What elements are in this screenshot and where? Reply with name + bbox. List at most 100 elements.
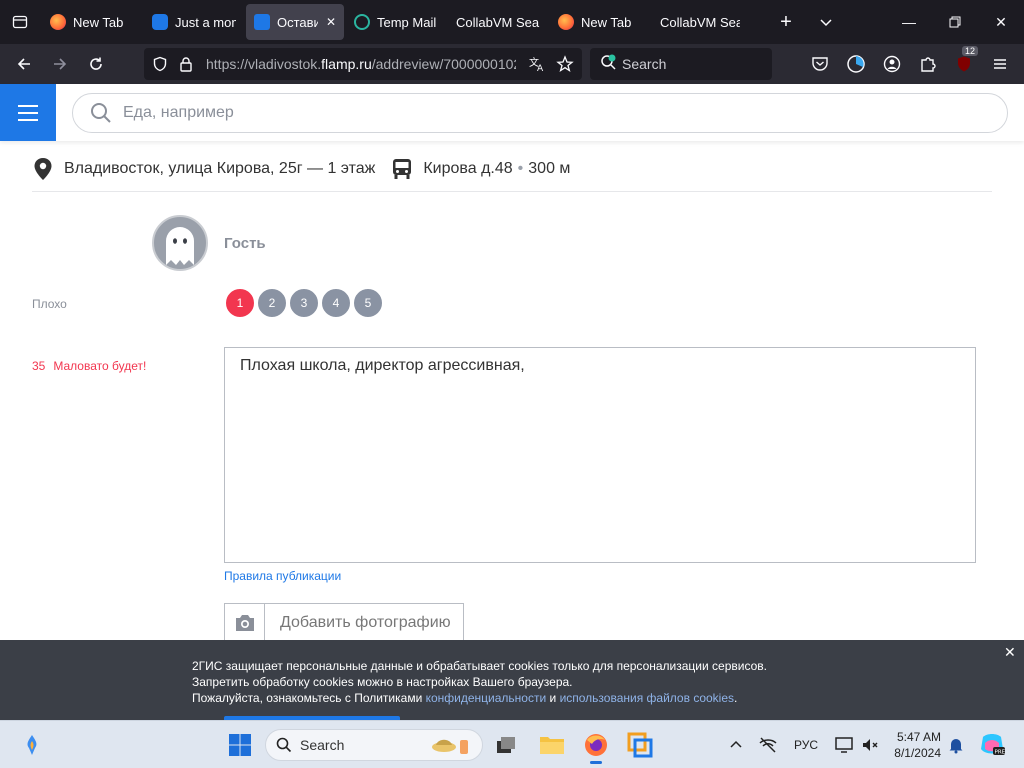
tab-collabvm-1[interactable]: CollabVM Sear: [448, 4, 548, 40]
close-window-button[interactable]: ✕: [978, 0, 1024, 44]
char-count: 35: [32, 359, 46, 373]
close-icon: ✕: [995, 13, 1007, 30]
shield-icon[interactable]: [152, 56, 168, 72]
url-host: https://vladivostok.: [206, 56, 322, 72]
taskbar-search[interactable]: Search: [265, 729, 483, 761]
widgets-icon: [27, 735, 37, 755]
remote-app-button[interactable]: [626, 731, 654, 759]
copilot-icon: PRE: [981, 734, 1006, 756]
volume-tray[interactable]: [856, 731, 884, 759]
rating-option-3[interactable]: 3: [288, 287, 320, 319]
folder-icon: [540, 737, 564, 754]
clock-date: 8/1/2024: [894, 746, 941, 760]
browser-nav-bar: https://vladivostok.flamp.ru/addreview/7…: [0, 44, 1024, 84]
rating-option-4[interactable]: 4: [320, 287, 352, 319]
taskbar-clock[interactable]: 5:47 AM 8/1/2024: [885, 729, 941, 761]
site-search-field[interactable]: [72, 93, 1008, 133]
bus-stop-distance: 300 м: [528, 159, 571, 177]
publication-rules-link[interactable]: Правила публикации: [224, 569, 341, 583]
bookmark-star-icon[interactable]: [556, 55, 574, 73]
ublock-button[interactable]: 12: [948, 46, 980, 80]
privacy-policy-link[interactable]: конфиденциальности: [426, 691, 547, 705]
tab-new-tab-1[interactable]: New Tab: [42, 4, 142, 40]
tab-title: Оставит: [277, 14, 318, 30]
ublock-badge: 12: [962, 46, 979, 56]
start-button[interactable]: [226, 731, 254, 759]
tab-new-tab-2[interactable]: New Tab: [550, 4, 650, 40]
url-bar[interactable]: https://vladivostok.flamp.ru/addreview/7…: [144, 48, 582, 80]
minimize-button[interactable]: —: [886, 0, 932, 44]
cookie-text-line3: Пожалуйста, ознакомьтесь с Политиками ко…: [192, 690, 767, 706]
puzzle-icon: [921, 57, 936, 72]
pocket-button[interactable]: [804, 48, 836, 80]
arrow-left-icon: [17, 58, 30, 70]
widgets-button[interactable]: [18, 731, 46, 759]
vm-icon: [627, 732, 653, 758]
task-view-icon: [497, 737, 515, 753]
close-tab-icon[interactable]: ✕: [326, 15, 336, 29]
cookie-banner: 2ГИС защищает персональные данные и обра…: [0, 640, 1024, 720]
tab-flamp-review[interactable]: Оставит ✕: [246, 4, 344, 40]
site-search-input[interactable]: [123, 104, 923, 122]
reload-icon: [90, 57, 102, 70]
tab-title: CollabVM Sear: [456, 14, 540, 30]
arrow-right-icon: [54, 58, 67, 70]
search-highlight-icon: [430, 735, 472, 755]
tab-list-button[interactable]: [0, 0, 40, 44]
add-photo-button[interactable]: Добавить фотографию: [224, 603, 464, 643]
restore-button[interactable]: [932, 0, 978, 44]
file-explorer-button[interactable]: [538, 731, 566, 759]
show-hidden-icons-button[interactable]: [722, 731, 750, 759]
tab-title: Temp Mail: [377, 14, 437, 30]
ublock-shield-icon: [958, 56, 970, 72]
network-status[interactable]: [754, 731, 782, 759]
no-network-icon: [759, 737, 777, 753]
extensions-button[interactable]: [912, 48, 944, 80]
tab-overflow-button[interactable]: [808, 0, 844, 44]
app-menu-button[interactable]: [984, 48, 1016, 80]
tab-temp-mail[interactable]: Temp Mail: [346, 4, 446, 40]
place-address: Владивосток, улица Кирова, 25г — 1 этаж: [64, 159, 376, 177]
tab-just-a-moment[interactable]: Just a mom: [144, 4, 244, 40]
cookie-policy-link[interactable]: использования файлов cookies: [560, 691, 734, 705]
lock-icon[interactable]: [178, 56, 194, 72]
browser-search-bar[interactable]: Search: [590, 48, 772, 80]
rating-option-1[interactable]: 1: [224, 287, 256, 319]
back-button[interactable]: [6, 48, 42, 80]
search-engine-icon: [601, 54, 616, 70]
tempmail-icon: [354, 14, 370, 30]
tab-collabvm-2[interactable]: CollabVM Sear: [652, 4, 748, 40]
vpn-button[interactable]: [840, 48, 872, 80]
windows-taskbar: Search РУС 5:47 AM 8/1/2024 PRE: [0, 720, 1024, 768]
url-text[interactable]: https://vladivostok.flamp.ru/addreview/7…: [206, 56, 516, 72]
translate-icon[interactable]: 文A: [528, 55, 546, 73]
task-view-button[interactable]: [492, 731, 520, 759]
monitor-tray[interactable]: [830, 731, 858, 759]
site-header: [0, 84, 1024, 141]
cookie-period: .: [734, 691, 738, 705]
cookie-close-button[interactable]: ✕: [1004, 644, 1016, 661]
char-count-warning: 35 Маловато будет!: [32, 359, 146, 373]
bus-icon: [393, 158, 412, 179]
firefox-taskbar-button[interactable]: [582, 731, 610, 764]
copilot-button[interactable]: PRE: [978, 731, 1006, 759]
cookie-and: и: [546, 691, 560, 705]
cookie-text-line2: Запретить обработку cookies можно в наст…: [192, 675, 573, 689]
svg-text:PRE: PRE: [995, 750, 1006, 756]
cookie-policy-prefix: Пожалуйста, ознакомьтесь с Политиками: [192, 691, 426, 705]
hamburger-menu-icon: [994, 59, 1006, 69]
input-language[interactable]: РУС: [794, 738, 818, 752]
notifications-button[interactable]: [942, 731, 970, 759]
browser-search-placeholder: Search: [622, 56, 667, 72]
forward-button[interactable]: [42, 48, 78, 80]
windows-logo-icon: [229, 734, 251, 756]
reload-button[interactable]: [78, 48, 114, 80]
review-text-field[interactable]: [224, 347, 976, 563]
volume-muted-icon: [863, 739, 878, 751]
rating-option-5[interactable]: 5: [352, 287, 384, 319]
account-button[interactable]: [876, 48, 908, 80]
svg-text:A: A: [537, 64, 544, 73]
rating-option-2[interactable]: 2: [256, 287, 288, 319]
new-tab-button[interactable]: +: [768, 0, 804, 44]
site-menu-button[interactable]: [0, 84, 56, 141]
